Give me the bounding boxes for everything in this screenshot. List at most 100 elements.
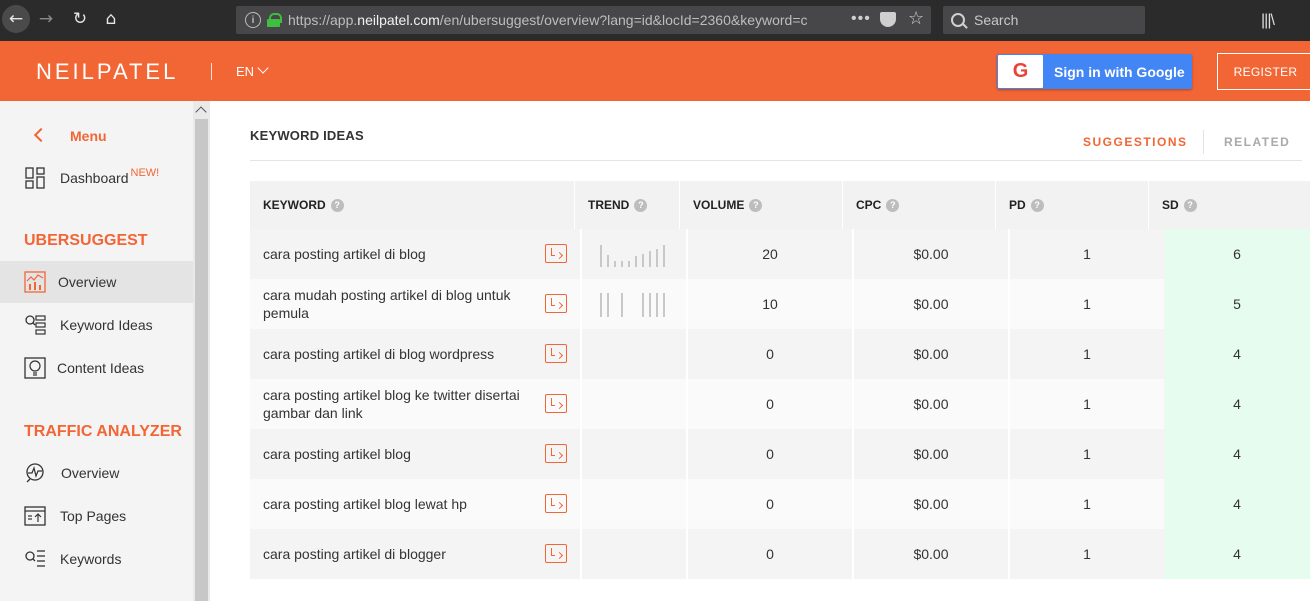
section-heading-traffic-analyzer: TRAFFIC ANALYZER [24,423,182,440]
column-header-sd[interactable]: SD? [1162,181,1197,229]
tab-related[interactable]: RELATED [1224,135,1290,149]
open-keyword-icon[interactable] [545,544,567,563]
sd-cell: 4 [1164,329,1310,379]
help-icon[interactable]: ? [1183,198,1197,212]
help-icon[interactable]: ? [634,198,648,212]
reload-icon[interactable]: ↻ [67,6,93,32]
column-header-trend[interactable]: TREND? [588,181,648,229]
back-arrow-icon[interactable]: ← [2,5,30,33]
sidebar-item-content-ideas[interactable]: Content Ideas [0,347,193,389]
trend-bar [663,245,665,267]
table-row: cara mudah posting artikel di blog untuk… [250,279,1310,329]
chevron-down-icon[interactable] [257,62,269,74]
help-icon[interactable]: ? [1030,198,1044,212]
header-divider [211,63,212,80]
trend-bar [649,293,651,317]
sidebar-item-traffic-overview[interactable]: Overview [0,452,193,494]
help-icon[interactable]: ? [749,198,763,212]
cpc-cell: $0.00 [913,396,949,412]
sidebar-item-keyword-ideas[interactable]: Keyword Ideas [0,304,193,346]
trend-sparkline [600,241,670,267]
keyword-cell[interactable]: cara mudah posting artikel di blog untuk… [263,279,543,329]
forward-arrow-icon[interactable]: → [33,6,59,32]
pd-cell: 1 [1083,396,1091,412]
keyword-table: KEYWORD? TREND? VOLUME? CPC? PD? SD? car… [250,181,1310,579]
open-keyword-icon[interactable] [545,344,567,363]
sidebar-item-dashboard[interactable]: Dashboard NEW! [0,157,193,199]
sd-cell: 6 [1164,229,1310,279]
open-keyword-icon[interactable] [545,444,567,463]
help-icon[interactable]: ? [886,198,900,212]
scroll-thumb[interactable] [195,119,208,601]
column-divider [842,181,843,229]
tab-suggestions[interactable]: SUGGESTIONS [1083,135,1188,149]
sd-cell: 4 [1164,429,1310,479]
pocket-icon[interactable] [880,12,896,27]
keyword-ideas-icon [25,315,46,335]
site-header: NEILPATEL EN G Sign in with Google REGIS… [0,41,1310,101]
table-row: cara posting artikel di blogger 0 $0.00 … [250,529,1310,579]
column-header-volume[interactable]: VOLUME? [693,181,763,229]
open-keyword-icon[interactable] [545,294,567,313]
search-placeholder: Search [974,12,1019,28]
help-icon[interactable]: ? [330,198,344,212]
column-header-pd[interactable]: PD? [1009,181,1044,229]
table-header: KEYWORD? TREND? VOLUME? CPC? PD? SD? [250,181,1310,229]
neilpatel-logo[interactable]: NEILPATEL [36,59,178,85]
column-divider [574,181,575,229]
pd-cell: 1 [1083,546,1091,562]
trend-bar [600,245,602,267]
address-bar[interactable]: i https://app.neilpatel.com/en/ubersugge… [236,6,931,34]
cpc-cell: $0.00 [913,346,949,362]
sidebar-item-keywords[interactable]: Keywords [0,538,193,580]
open-keyword-icon[interactable] [545,394,567,413]
cpc-cell: $0.00 [913,546,949,562]
sidebar-item-label: Content Ideas [57,360,145,376]
info-icon[interactable]: i [245,12,261,28]
keyword-cell[interactable]: cara posting artikel di blog wordpress [263,329,543,379]
menu-label[interactable]: Menu [70,128,107,144]
sidebar-item-top-pages[interactable]: Top Pages [0,495,193,537]
chevron-left-icon[interactable] [33,127,49,143]
column-header-cpc[interactable]: CPC? [856,181,900,229]
lock-icon [267,13,282,27]
sd-cell: 5 [1164,279,1310,329]
trend-bar [642,254,644,267]
keyword-cell[interactable]: cara posting artikel di blog [263,229,543,279]
open-keyword-icon[interactable] [545,244,567,263]
table-row: cara posting artikel blog lewat hp 0 $0.… [250,479,1310,529]
keyword-cell[interactable]: cara posting artikel blog lewat hp [263,479,543,529]
table-row: cara posting artikel di blog 20 $0.00 1 … [250,229,1310,279]
library-icon[interactable]: |||\ [1261,12,1275,30]
google-signin-button[interactable]: G Sign in with Google [997,54,1192,89]
cell-divider [580,429,582,479]
pd-cell: 1 [1083,496,1091,512]
pd-cell: 1 [1083,246,1091,262]
cell-divider [580,529,582,579]
column-header-keyword[interactable]: KEYWORD? [263,181,344,229]
cpc-cell: $0.00 [913,446,949,462]
sidebar-item-overview[interactable]: Overview [0,261,193,303]
scroll-up-icon[interactable] [195,106,207,118]
url-text[interactable]: https://app.neilpatel.com/en/ubersuggest… [288,12,838,28]
keyword-cell[interactable]: cara posting artikel blog ke twitter dis… [263,379,543,429]
column-divider [1148,181,1149,229]
sidebar-item-label: Top Pages [60,508,127,524]
keyword-cell[interactable]: cara posting artikel di blogger [263,529,543,579]
trend-bar [642,293,644,317]
register-button[interactable]: REGISTER [1217,53,1310,90]
language-selector[interactable]: EN [236,64,254,79]
browser-search-input[interactable]: Search [943,6,1145,34]
bookmark-star-icon[interactable]: ☆ [908,8,924,29]
volume-cell: 0 [766,496,774,512]
trend-bar [621,293,623,317]
home-icon[interactable]: ⌂ [98,6,124,32]
more-actions-icon[interactable]: ••• [851,10,871,28]
keyword-cell[interactable]: cara posting artikel blog [263,429,543,479]
open-keyword-icon[interactable] [545,494,567,513]
sidebar-item-label: Dashboard NEW! [60,167,160,186]
sidebar-item-label: Keyword Ideas [60,317,153,333]
sidebar-scrollbar[interactable] [193,101,210,601]
table-row: cara posting artikel blog 0 $0.00 1 4 [250,429,1310,479]
volume-cell: 0 [766,346,774,362]
